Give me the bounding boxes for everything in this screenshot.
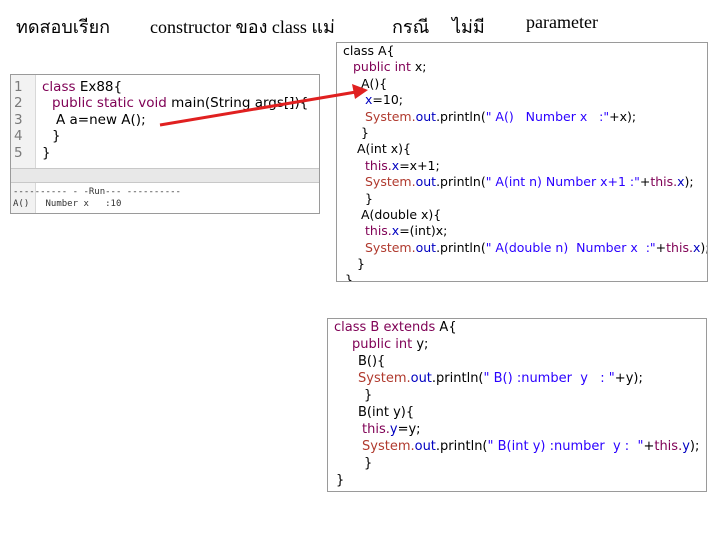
call-arrow [159, 84, 368, 127]
arrow-line [159, 90, 357, 127]
arrow-head [352, 84, 368, 99]
